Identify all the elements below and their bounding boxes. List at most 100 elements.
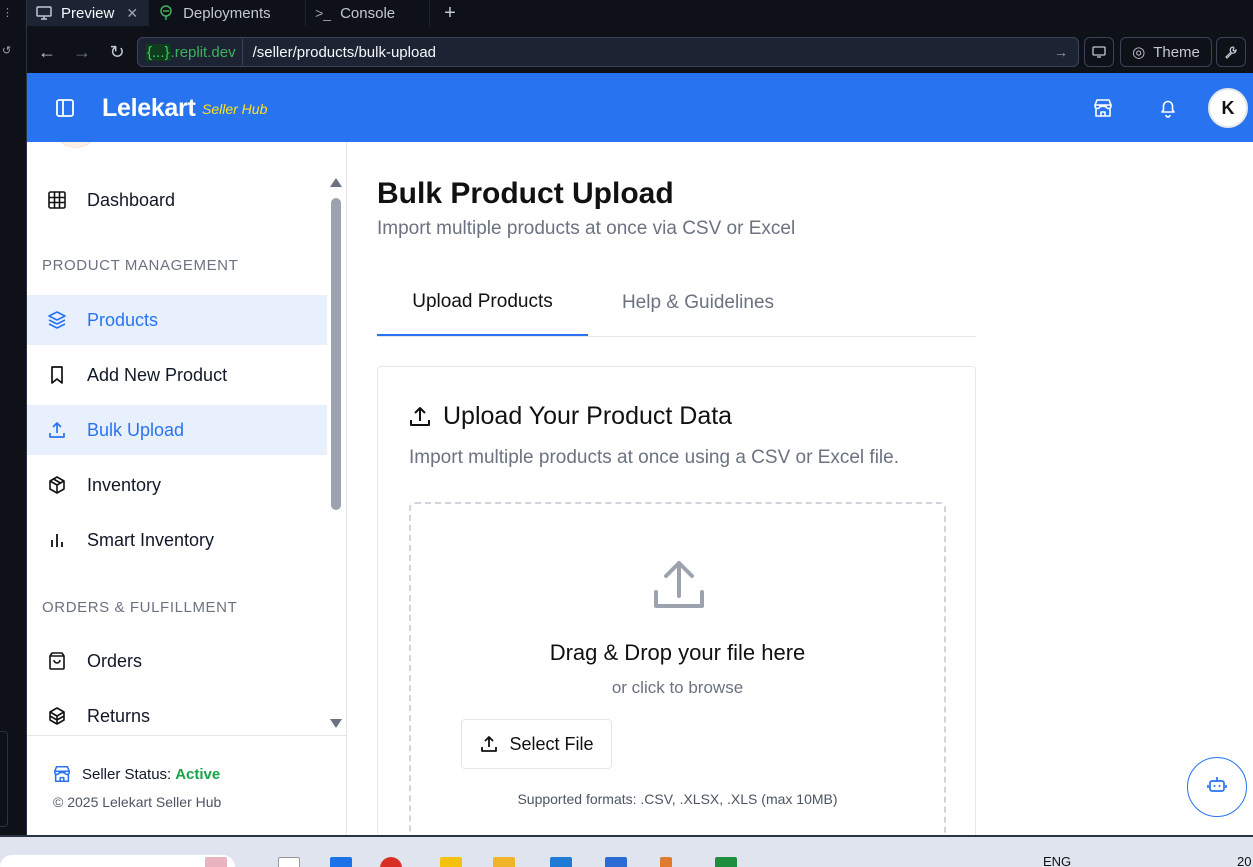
tab-deployments[interactable]: Deployments — [149, 0, 307, 26]
page-subtitle: Import multiple products at once via CSV… — [377, 218, 796, 239]
scrollbar-thumb[interactable] — [331, 198, 341, 510]
url-domain-brace: {...} — [146, 43, 171, 61]
taskbar-search[interactable] — [0, 855, 235, 867]
seller-status: Seller Status: Active — [52, 764, 220, 784]
sidebar-item-bulk-upload[interactable]: Bulk Upload — [27, 405, 327, 455]
tab-console-label: Console — [340, 4, 396, 22]
go-arrow-icon[interactable]: → — [1054, 44, 1068, 60]
copyright: © 2025 Lelekart Seller Hub — [53, 794, 222, 810]
sidebar-nav: Dashboard PRODUCT MANAGEMENT Products Ad… — [27, 142, 347, 735]
card-description: Import multiple products at once using a… — [409, 447, 900, 468]
select-file-button[interactable]: Select File — [461, 719, 612, 769]
sidebar-item-label: Returns — [87, 705, 151, 726]
app-icon[interactable] — [660, 857, 672, 867]
supported-formats: Supported formats: .CSV, .XLSX, .XLS (ma… — [517, 791, 838, 807]
tab-preview[interactable]: Preview ✕ — [27, 0, 150, 26]
app-icon[interactable] — [715, 857, 737, 867]
reload-icon[interactable]: ↻ — [100, 37, 134, 67]
app-icon[interactable] — [330, 857, 352, 867]
address-field[interactable]: {...} .replit.dev /seller/products/bulk-… — [137, 37, 1079, 67]
ide-rail-handle[interactable] — [0, 731, 8, 827]
dots-icon[interactable]: ⋮ — [2, 6, 22, 20]
return-box-icon — [47, 706, 67, 726]
file-dropzone[interactable]: Drag & Drop your file here or click to b… — [409, 502, 946, 835]
theme-label: Theme — [1153, 43, 1200, 61]
tab-help-guidelines[interactable]: Help & Guidelines — [588, 270, 808, 336]
app-icon[interactable] — [278, 857, 300, 867]
vscode-icon[interactable] — [550, 857, 572, 867]
back-arrow-icon[interactable]: ← — [30, 37, 64, 67]
sidebar-item-label: Orders — [87, 650, 143, 671]
forward-arrow-icon[interactable]: → — [65, 37, 99, 67]
brand-logo[interactable]: Lelekart — [102, 94, 196, 123]
sidebar-item-returns[interactable]: Returns — [27, 691, 327, 735]
ide-left-rail: ⋮ ↺ — [0, 0, 27, 835]
grid-icon — [47, 190, 67, 210]
sidebar: Dashboard PRODUCT MANAGEMENT Products Ad… — [27, 142, 347, 835]
sidebar-item-label: Dashboard — [87, 189, 176, 210]
scroll-up-arrow-icon[interactable] — [330, 178, 342, 187]
tab-console[interactable]: >_ Console — [306, 0, 431, 26]
palette-icon: ◎ — [1132, 44, 1146, 61]
app-icon[interactable] — [205, 857, 227, 867]
layers-icon — [47, 310, 67, 330]
sidebar-footer: Seller Status: Active © 2025 Lelekart Se… — [27, 735, 346, 835]
app-header: Lelekart Seller Hub K — [27, 73, 1253, 142]
card-title-text: Upload Your Product Data — [443, 402, 733, 430]
tab-preview-label: Preview — [61, 4, 115, 22]
upload-icon — [408, 405, 432, 429]
dropzone-subtitle: or click to browse — [611, 678, 744, 697]
terminal-icon: >_ — [315, 5, 332, 21]
sidebar-item-label: Bulk Upload — [87, 419, 185, 440]
sidebar-item-add-new-product[interactable]: Add New Product — [27, 350, 327, 400]
bell-icon[interactable] — [1157, 97, 1179, 119]
sidebar-item-label: Smart Inventory — [87, 529, 215, 550]
devices-icon[interactable] — [1084, 37, 1114, 67]
sidebar-scrollbar[interactable] — [330, 178, 342, 728]
history-icon[interactable]: ↺ — [2, 44, 22, 58]
sidebar-item-products[interactable]: Products — [27, 295, 327, 345]
folder-icon[interactable] — [493, 857, 515, 867]
preview-url-bar: ← → ↻ {...} .replit.dev /seller/products… — [27, 31, 1253, 73]
card-title: Upload Your Product Data — [408, 402, 732, 431]
new-tab-plus-icon[interactable]: + — [444, 3, 456, 23]
sidebar-item-inventory[interactable]: Inventory — [27, 460, 327, 510]
language-indicator[interactable]: ENG — [1043, 854, 1071, 867]
url-domain: {...} .replit.dev — [140, 39, 243, 65]
wrench-icon[interactable] — [1216, 37, 1246, 67]
tab-deployments-label: Deployments — [183, 4, 271, 22]
bookmark-icon — [47, 365, 67, 385]
avatar[interactable]: K — [1208, 88, 1248, 128]
scroll-down-arrow-icon[interactable] — [330, 719, 342, 728]
page-tabs: Upload Products Help & Guidelines — [377, 270, 976, 337]
tab-upload-products[interactable]: Upload Products — [377, 270, 588, 336]
seller-status-label: Seller Status: — [82, 765, 172, 783]
sidebar-item-orders[interactable]: Orders — [27, 636, 327, 686]
upload-card: Upload Your Product Data Import multiple… — [377, 366, 976, 835]
sidebar-toggle-icon[interactable] — [55, 98, 75, 118]
browser-icon[interactable] — [380, 857, 402, 867]
seller-status-value: Active — [175, 765, 221, 783]
theme-button[interactable]: ◎ Theme — [1120, 37, 1212, 67]
url-path: /seller/products/bulk-upload — [252, 43, 437, 61]
url-domain-text: .replit.dev — [170, 43, 236, 61]
close-icon[interactable]: ✕ — [126, 5, 138, 22]
clock[interactable]: 20 — [1237, 854, 1251, 867]
store-icon[interactable] — [1092, 97, 1114, 119]
store-icon — [52, 764, 72, 784]
app-icon[interactable] — [605, 857, 627, 867]
app-icon[interactable] — [440, 857, 462, 867]
shopping-bag-icon — [47, 651, 67, 671]
sidebar-item-dashboard[interactable]: Dashboard — [27, 175, 327, 225]
upload-large-icon — [651, 557, 707, 613]
os-taskbar: ENG 20 — [0, 835, 1253, 867]
app-preview: Lelekart Seller Hub K Dashboard PRODUCT … — [27, 73, 1253, 835]
dropzone-title: Drag & Drop your file here — [549, 640, 806, 665]
section-product-management: PRODUCT MANAGEMENT — [42, 257, 239, 274]
sidebar-item-label: Products — [87, 309, 159, 330]
seller-avatar — [57, 142, 95, 148]
sidebar-item-smart-inventory[interactable]: Smart Inventory — [27, 515, 327, 565]
page-title: Bulk Product Upload — [377, 177, 674, 210]
chatbot-button[interactable] — [1187, 757, 1247, 817]
monitor-icon — [35, 5, 53, 21]
